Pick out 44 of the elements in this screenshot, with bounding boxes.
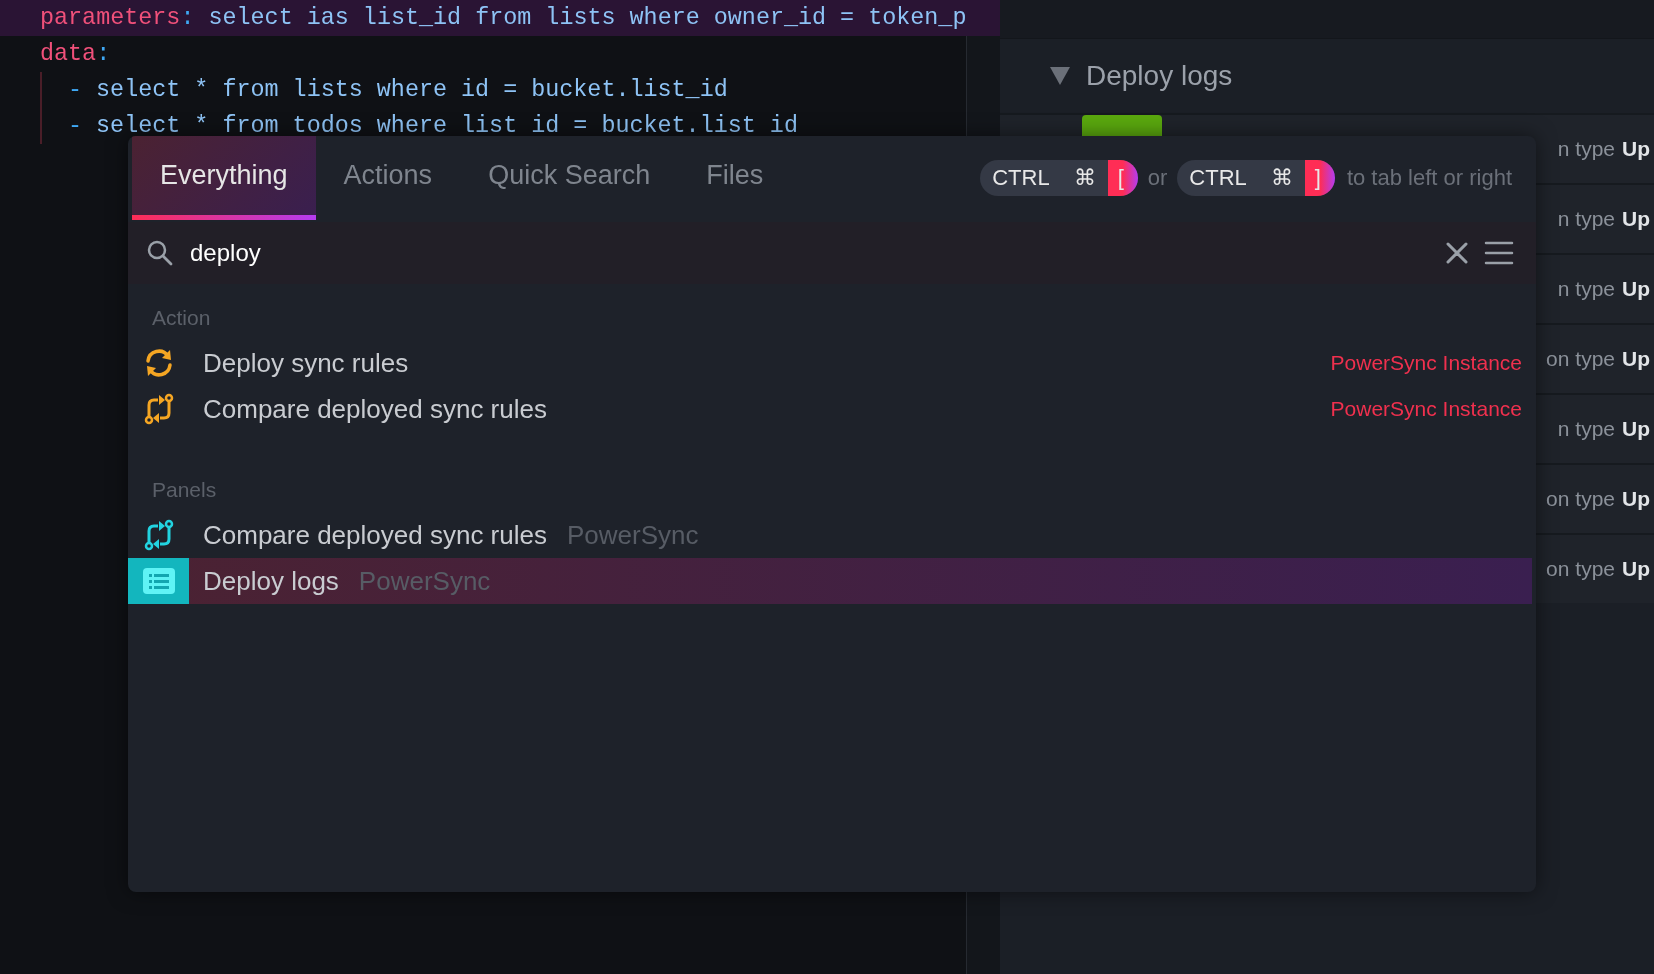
compare-icon <box>142 519 175 551</box>
palette-tab[interactable]: Everything <box>132 136 316 220</box>
search-icon <box>146 239 174 267</box>
result-item[interactable]: Deploy sync rules PowerSync Instance <box>128 340 1532 386</box>
log-text: n type <box>1557 137 1615 161</box>
log-value: Up <box>1622 347 1650 371</box>
log-value: Up <box>1622 557 1650 581</box>
log-text: n type <box>1557 417 1615 441</box>
menu-icon[interactable] <box>1484 241 1514 265</box>
list-icon <box>142 568 175 594</box>
log-text: on type <box>1546 487 1615 511</box>
shortcut-key: CTRL <box>980 160 1062 196</box>
code-line: data: <box>39 40 112 69</box>
compare-icon <box>142 393 175 425</box>
close-icon[interactable] <box>1446 242 1468 264</box>
code-line: - select * from lists where id = bucket.list_id <box>67 76 729 105</box>
source-label: PowerSync Instance <box>1330 351 1522 375</box>
shortcut-key: CTRL <box>1177 160 1259 196</box>
panel-title: Deploy logs <box>1086 60 1233 92</box>
shortcut-key: [ <box>1107 160 1138 196</box>
result-item[interactable]: Compare deployed sync rules PowerSync <box>128 512 1532 558</box>
group-heading: Action <box>151 305 212 331</box>
log-value: Up <box>1622 137 1650 161</box>
log-text: on type <box>1546 347 1615 371</box>
log-text: n type <box>1557 207 1615 231</box>
result-item[interactable]: Compare deployed sync rules PowerSync Instance <box>128 386 1532 432</box>
shortcut-key: ] <box>1304 160 1335 196</box>
shortcut-hint: to tab left or right <box>1346 165 1512 191</box>
group-heading: Panels <box>151 477 218 503</box>
log-text: on type <box>1546 557 1615 581</box>
log-value: Up <box>1622 417 1650 441</box>
source-label: PowerSync <box>566 519 699 551</box>
log-text: n type <box>1557 277 1615 301</box>
collapse-triangle-icon[interactable] <box>1050 67 1070 85</box>
log-value: Up <box>1622 277 1650 301</box>
source-label: PowerSync Instance <box>1330 397 1522 421</box>
shortcut-key: ⌘ <box>1258 160 1305 196</box>
log-value: Up <box>1622 207 1650 231</box>
log-value: Up <box>1622 487 1650 511</box>
source-label: PowerSync <box>358 565 491 597</box>
search-field[interactable]: deploy <box>128 222 1536 284</box>
shortcut-separator: or <box>1147 165 1168 191</box>
shortcut-key: ⌘ <box>1061 160 1108 196</box>
result-item[interactable]: Deploy logs PowerSync <box>128 558 1532 604</box>
